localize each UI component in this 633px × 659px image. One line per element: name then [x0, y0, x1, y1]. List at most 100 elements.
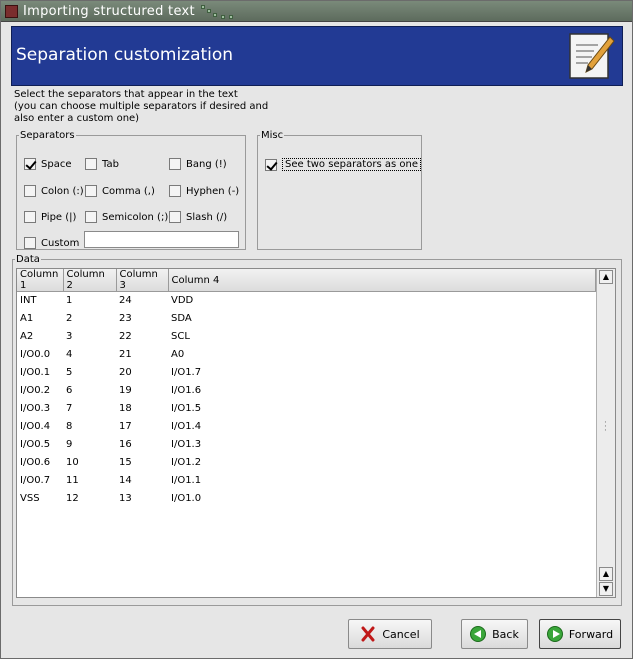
- custom-separator-input[interactable]: [84, 231, 239, 248]
- checkbox-box[interactable]: [265, 158, 277, 171]
- table-row[interactable]: I/O0.4 8 17 I/O1.4: [17, 418, 596, 436]
- table-row[interactable]: VSS 12 13 I/O1.0: [17, 490, 596, 508]
- table-cell: I/O0.6: [20, 457, 51, 468]
- checkbox-box[interactable]: [85, 211, 97, 223]
- data-preview-table[interactable]: Column 1 Column 2 Column 3 Column 4 INT 1…: [16, 268, 616, 598]
- checkbox-box[interactable]: [169, 158, 181, 170]
- table-cell: 4: [66, 349, 73, 360]
- page-title: Separation customization: [16, 45, 234, 65]
- column-header[interactable]: Column 1: [17, 269, 64, 292]
- table-cell: 22: [119, 331, 132, 342]
- instructions-line: Select the separators that appear in the…: [14, 89, 238, 100]
- table-row[interactable]: INT 1 24 VDD: [17, 292, 596, 310]
- vertical-scrollbar[interactable]: ▲ · · · ▲ ▼: [596, 269, 615, 597]
- wizard-banner: Separation customization: [11, 26, 623, 86]
- column-header[interactable]: Column 3: [116, 269, 169, 292]
- scroll-down-arrow-icon[interactable]: ▼: [599, 582, 613, 596]
- slash-label: Slash (/): [186, 211, 228, 223]
- colon-checkbox[interactable]: Colon (:): [24, 185, 84, 197]
- two-separators-label: See two separators as one: [282, 158, 421, 171]
- slash-checkbox[interactable]: Slash (/): [169, 211, 227, 223]
- table-cell: I/O0.3: [20, 403, 51, 414]
- custom-label: Custom: [41, 237, 80, 249]
- pipe-checkbox[interactable]: Pipe (|): [24, 211, 76, 223]
- comma-checkbox[interactable]: Comma (,): [85, 185, 155, 197]
- table-row[interactable]: I/O0.2 6 19 I/O1.6: [17, 382, 596, 400]
- column-header[interactable]: Column 2: [63, 269, 117, 292]
- table-cell: A1: [20, 313, 34, 324]
- table-row[interactable]: I/O0.7 11 14 I/O1.1: [17, 472, 596, 490]
- titlebar-decoration: [201, 3, 241, 21]
- title-bar[interactable]: Importing structured text: [1, 1, 632, 22]
- table-row[interactable]: I/O0.5 9 16 I/O1.3: [17, 436, 596, 454]
- space-checkbox[interactable]: Space: [24, 158, 71, 170]
- scroll-thumb-grip[interactable]: · · ·: [604, 419, 607, 436]
- table-cell: I/O0.2: [20, 385, 51, 396]
- table-cell: 3: [66, 331, 73, 342]
- table-cell: 6: [66, 385, 73, 396]
- table-cell: I/O1.1: [171, 475, 202, 486]
- table-row[interactable]: A1 2 23 SDA: [17, 310, 596, 328]
- semicolon-checkbox[interactable]: Semicolon (;): [85, 211, 168, 223]
- two-separators-as-one-checkbox[interactable]: See two separators as one: [265, 158, 421, 171]
- bang-checkbox[interactable]: Bang (!): [169, 158, 227, 170]
- table-cell: 12: [66, 493, 79, 504]
- scroll-up-arrow-icon[interactable]: ▲: [599, 567, 613, 581]
- checkbox-box[interactable]: [169, 211, 181, 223]
- checkbox-box[interactable]: [24, 185, 36, 197]
- hyphen-label: Hyphen (-): [186, 185, 240, 197]
- forward-button[interactable]: Forward: [539, 619, 621, 649]
- table-cell: 23: [119, 313, 132, 324]
- tab-checkbox[interactable]: Tab: [85, 158, 119, 170]
- table-cell: I/O1.3: [171, 439, 202, 450]
- table-row[interactable]: I/O0.6 10 15 I/O1.2: [17, 454, 596, 472]
- table-cell: VSS: [20, 493, 40, 504]
- custom-checkbox[interactable]: Custom: [24, 237, 79, 249]
- table-cell: I/O0.7: [20, 475, 51, 486]
- forward-label: Forward: [568, 627, 614, 641]
- separators-group: Separators Space Tab Bang (!) Colon (:) …: [16, 130, 246, 250]
- table-cell: I/O0.1: [20, 367, 51, 378]
- table-cell: 14: [119, 475, 132, 486]
- checkbox-box[interactable]: [85, 158, 97, 170]
- table-cell: 7: [66, 403, 73, 414]
- table-cell: I/O1.4: [171, 421, 202, 432]
- checkbox-box[interactable]: [169, 185, 181, 197]
- column-header[interactable]: Column 4: [168, 269, 596, 292]
- table-cell: 16: [119, 439, 132, 450]
- table-row[interactable]: I/O0.3 7 18 I/O1.5: [17, 400, 596, 418]
- table-cell: 11: [66, 475, 79, 486]
- cancel-button[interactable]: Cancel: [348, 619, 432, 649]
- app-icon[interactable]: [5, 5, 18, 18]
- table-cell: I/O0.0: [20, 349, 51, 360]
- checkbox-box[interactable]: [24, 211, 36, 223]
- checkbox-box[interactable]: [24, 158, 36, 170]
- table-cell: 19: [119, 385, 132, 396]
- tab-label: Tab: [102, 158, 119, 170]
- notepad-pencil-icon: [569, 33, 615, 79]
- table-row[interactable]: I/O0.1 5 20 I/O1.7: [17, 364, 596, 382]
- data-table: Column 1 Column 2 Column 3 Column 4 INT 1…: [17, 269, 596, 508]
- instructions-line: also enter a custom one): [14, 113, 140, 124]
- instructions-line: (you can choose multiple separators if d…: [14, 101, 269, 112]
- table-row[interactable]: I/O0.0 4 21 A0: [17, 346, 596, 364]
- checkbox-box[interactable]: [24, 237, 36, 249]
- back-button[interactable]: Back: [461, 619, 528, 649]
- colon-label: Colon (:): [41, 185, 84, 197]
- table-row[interactable]: A2 3 22 SCL: [17, 328, 596, 346]
- table-cell: 21: [119, 349, 132, 360]
- table-cell: 13: [119, 493, 132, 504]
- checkbox-box[interactable]: [85, 185, 97, 197]
- table-cell: SCL: [171, 331, 190, 342]
- cancel-label: Cancel: [382, 627, 420, 641]
- table-cell: I/O1.6: [171, 385, 202, 396]
- table-cell: 24: [119, 295, 132, 307]
- table-cell: I/O1.7: [171, 367, 202, 378]
- pipe-label: Pipe (|): [41, 211, 77, 223]
- misc-group: Misc See two separators as one: [257, 130, 422, 250]
- scroll-up-arrow-icon[interactable]: ▲: [599, 270, 613, 284]
- table-cell: 2: [66, 313, 73, 324]
- table-cell: 15: [119, 457, 132, 468]
- back-label: Back: [492, 627, 519, 641]
- hyphen-checkbox[interactable]: Hyphen (-): [169, 185, 239, 197]
